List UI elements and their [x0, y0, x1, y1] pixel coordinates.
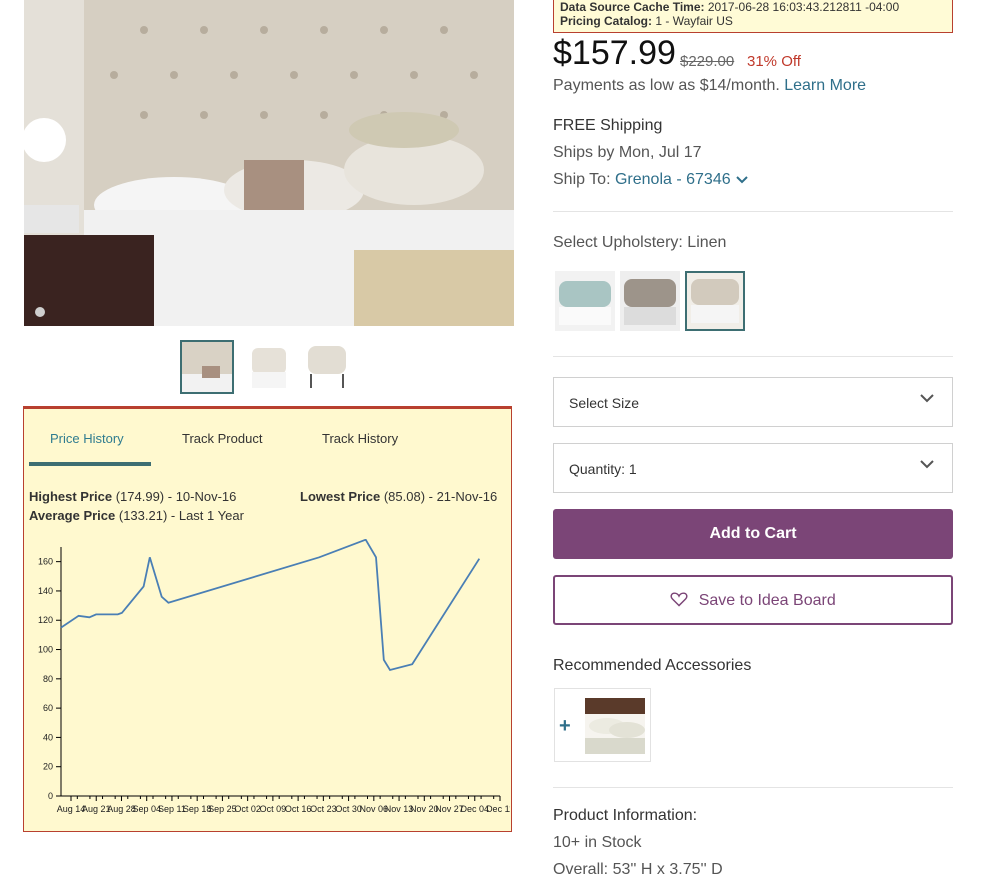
- upholstery-heading: Select Upholstery: Linen: [553, 234, 726, 252]
- highest-price-value: (174.99) - 10-Nov-16: [115, 489, 237, 504]
- x-tick-label: Oct 30: [335, 804, 362, 814]
- y-tick-label: 160: [38, 557, 53, 567]
- average-price-label: Average Price: [29, 508, 116, 523]
- accessory-image: [585, 698, 645, 754]
- y-tick-label: 60: [43, 703, 53, 713]
- y-tick-label: 120: [38, 615, 53, 625]
- ship-to: Ship To: Grenola - 67346: [553, 171, 749, 189]
- ship-to-label: Ship To:: [553, 171, 611, 188]
- sale-price: $157.99: [553, 34, 676, 72]
- upholstery-swatch-2[interactable]: [620, 271, 680, 331]
- discount-badge: 31% Off: [747, 53, 801, 70]
- lowest-price-label: Lowest Price: [300, 489, 381, 504]
- headboard-photo: [24, 0, 514, 326]
- average-price-value: (133.21) - Last 1 Year: [118, 508, 244, 523]
- product-main-image[interactable]: [24, 0, 514, 326]
- save-to-idea-board-button[interactable]: Save to Idea Board: [553, 575, 953, 625]
- y-tick-label: 40: [43, 732, 53, 742]
- thumbnail-image: [252, 348, 286, 388]
- thumbnail-2[interactable]: [242, 340, 296, 394]
- chevron-down-icon: [736, 176, 748, 184]
- thumbnail-3[interactable]: [300, 340, 354, 394]
- x-tick-label: Oct 16: [285, 804, 312, 814]
- free-shipping: FREE Shipping: [553, 117, 663, 134]
- learn-more-link[interactable]: Learn More: [784, 77, 866, 94]
- price-history-chart: 020406080100120140160Aug 14Aug 21Aug 28S…: [38, 539, 510, 814]
- highest-price-stat: Highest Price (174.99) - 10-Nov-16: [29, 489, 236, 504]
- tab-price-history[interactable]: Price History: [50, 431, 124, 446]
- swatch-image: [687, 273, 743, 329]
- x-tick-label: Dec 11: [486, 804, 510, 814]
- active-tab-indicator: [29, 462, 151, 466]
- recommended-accessories-heading: Recommended Accessories: [553, 657, 752, 674]
- add-accessory-plus[interactable]: +: [559, 715, 571, 738]
- price-history-panel: Price History Track Product Track Histor…: [23, 406, 512, 832]
- accessory-card[interactable]: +: [554, 688, 651, 762]
- ships-by: Ships by Mon, Jul 17: [553, 144, 702, 161]
- chevron-down-icon: [920, 394, 934, 403]
- x-tick-label: Oct 02: [234, 804, 261, 814]
- y-tick-label: 80: [43, 674, 53, 684]
- cache-time-value: 2017-06-28 16:03:43.212811 -04:00: [707, 0, 900, 14]
- thumbnail-1[interactable]: [180, 340, 234, 394]
- original-price: $229.00: [680, 53, 735, 70]
- divider: [553, 211, 953, 212]
- tab-track-product[interactable]: Track Product: [182, 431, 262, 446]
- divider: [553, 356, 953, 357]
- divider: [553, 787, 953, 788]
- pricing-catalog-value: 1 - Wayfair US: [655, 14, 733, 28]
- x-tick-label: Sep 25: [208, 804, 237, 814]
- upholstery-swatch-linen[interactable]: [685, 271, 745, 331]
- upholstery-swatch-1[interactable]: [555, 271, 615, 331]
- x-tick-label: Dec 04: [460, 804, 489, 814]
- size-select[interactable]: Select Size: [553, 377, 953, 427]
- overall-dimensions: Overall: 53'' H x 3.75'' D: [553, 861, 723, 878]
- product-info-heading: Product Information:: [553, 807, 698, 824]
- price-line: [60, 539, 481, 672]
- swatch-image: [555, 271, 615, 331]
- highest-price-label: Highest Price: [29, 489, 113, 504]
- stock-status: 10+ in Stock: [553, 834, 642, 851]
- y-tick-label: 20: [43, 762, 53, 772]
- quantity-select[interactable]: Quantity: 1: [553, 443, 953, 493]
- x-tick-label: Sep 04: [132, 804, 161, 814]
- size-select-label: Select Size: [569, 395, 640, 411]
- save-to-idea-board-label: Save to Idea Board: [698, 592, 836, 609]
- x-tick-label: Oct 09: [260, 804, 287, 814]
- cache-time-label: Data Source Cache Time:: [560, 0, 705, 14]
- payments-line: Payments as low as $14/month. Learn More: [553, 77, 866, 95]
- tab-track-history[interactable]: Track History: [322, 431, 398, 446]
- upholstery-selected: Linen: [687, 234, 727, 251]
- swatch-image: [620, 271, 680, 331]
- x-tick-label: Oct 23: [310, 804, 337, 814]
- ship-to-value: Grenola - 67346: [614, 171, 731, 188]
- ship-to-location-link[interactable]: Grenola - 67346: [615, 171, 749, 188]
- x-tick-label: Sep 11: [158, 804, 186, 814]
- average-price-stat: Average Price (133.21) - Last 1 Year: [29, 508, 244, 523]
- heart-icon: [670, 592, 688, 607]
- cache-info-box: Data Source Cache Time: 2017-06-28 16:03…: [553, 0, 953, 33]
- y-tick-label: 100: [38, 645, 53, 655]
- lowest-price-value: (85.08) - 21-Nov-16: [383, 489, 498, 504]
- add-to-cart-button[interactable]: Add to Cart: [553, 509, 953, 559]
- thumbnail-image: [182, 342, 232, 392]
- pricing-catalog-label: Pricing Catalog:: [560, 14, 653, 28]
- y-tick-label: 140: [38, 586, 53, 596]
- payments-text: Payments as low as $14/month.: [553, 77, 780, 94]
- chevron-down-icon: [920, 460, 934, 469]
- y-tick-label: 0: [48, 791, 53, 801]
- thumbnail-image: [308, 346, 346, 388]
- lowest-price-stat: Lowest Price (85.08) - 21-Nov-16: [300, 489, 497, 504]
- upholstery-label: Select Upholstery:: [553, 234, 683, 251]
- quantity-select-label: Quantity: 1: [569, 461, 637, 477]
